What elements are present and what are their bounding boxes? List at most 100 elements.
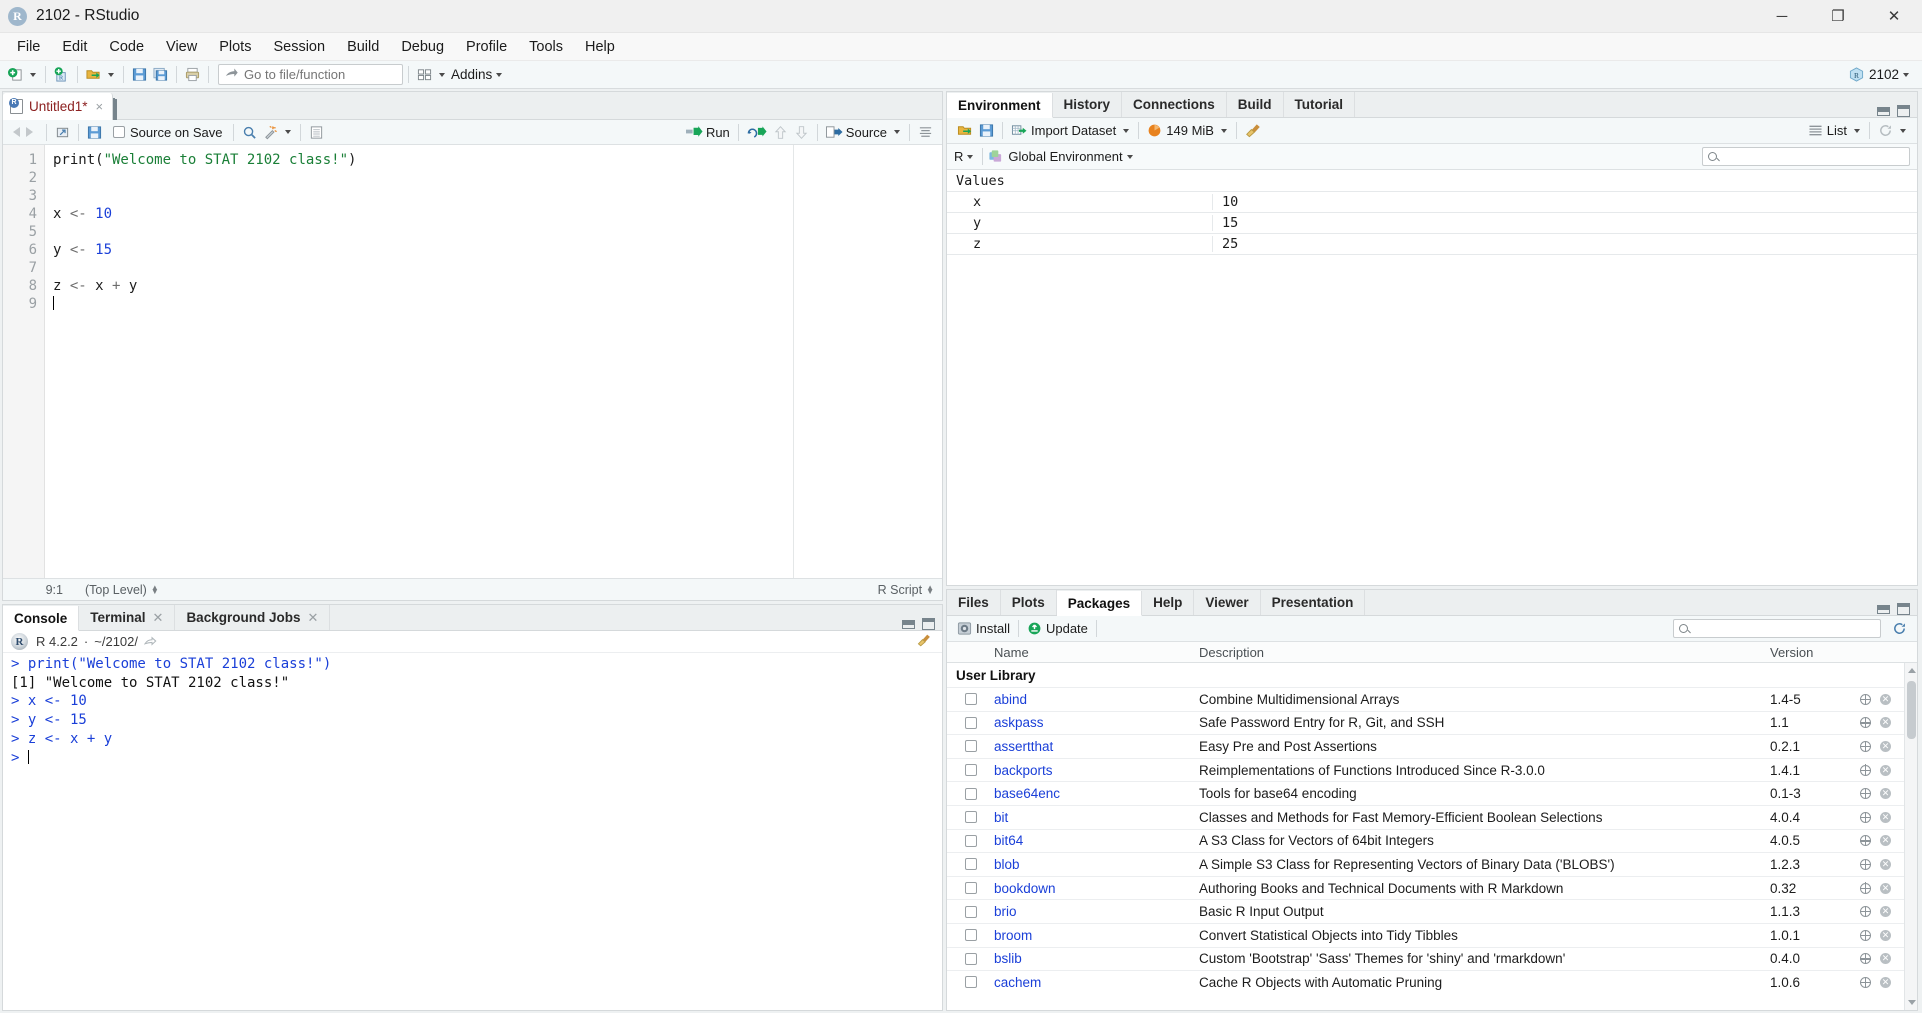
next-chunk-button[interactable] <box>791 121 812 143</box>
package-row[interactable]: backports Reimplementations of Functions … <box>947 757 1917 782</box>
package-name[interactable]: base64enc <box>994 786 1199 801</box>
code-line[interactable] <box>53 259 942 277</box>
package-name[interactable]: backports <box>994 763 1199 778</box>
open-file-button[interactable] <box>83 64 104 86</box>
column-version[interactable]: Version <box>1770 645 1860 660</box>
package-name[interactable]: bslib <box>994 951 1199 966</box>
package-browse-icon[interactable] <box>1859 835 1871 847</box>
package-checkbox-cell[interactable] <box>947 905 994 918</box>
package-checkbox-cell[interactable] <box>947 834 994 847</box>
package-remove-icon[interactable]: ✕ <box>1880 811 1891 823</box>
package-browse-icon[interactable] <box>1859 740 1871 752</box>
menu-file[interactable]: File <box>6 36 51 58</box>
code-tools-caret[interactable] <box>284 130 291 134</box>
scope-chevrons-icon[interactable]: ▲ ▼ <box>151 583 159 595</box>
package-checkbox-cell[interactable] <box>947 716 994 729</box>
package-checkbox-cell[interactable] <box>947 811 994 824</box>
minimize-pane-icon[interactable] <box>1877 106 1890 116</box>
package-remove-icon[interactable]: ✕ <box>1880 882 1891 894</box>
save-button[interactable] <box>129 64 150 86</box>
package-remove-icon[interactable]: ✕ <box>1880 953 1891 965</box>
scroll-up-icon[interactable] <box>1908 668 1916 673</box>
menu-session[interactable]: Session <box>262 36 336 58</box>
environment-language-label[interactable]: R <box>954 149 963 164</box>
package-row[interactable]: brio Basic R Input Output 1.1.3 ✕ <box>947 899 1917 923</box>
tab-packages[interactable]: Packages <box>1056 591 1143 616</box>
code-line[interactable] <box>53 223 942 241</box>
active-project-name[interactable]: 2102 <box>1869 67 1899 82</box>
code-line[interactable] <box>53 295 942 313</box>
memory-caret[interactable] <box>1220 128 1227 133</box>
tab-environment[interactable]: Environment <box>947 93 1053 118</box>
package-name[interactable]: bit <box>994 810 1199 825</box>
package-load-checkbox[interactable] <box>964 952 977 965</box>
package-checkbox-cell[interactable] <box>947 693 994 706</box>
tab-tutorial[interactable]: Tutorial <box>1284 92 1356 117</box>
package-checkbox-cell[interactable] <box>947 929 994 942</box>
addins-caret[interactable] <box>496 72 503 77</box>
menu-help[interactable]: Help <box>574 36 626 58</box>
environment-search-box[interactable] <box>1702 147 1910 166</box>
save-workspace-button[interactable] <box>976 120 997 142</box>
package-remove-icon[interactable]: ✕ <box>1880 693 1891 705</box>
tab-history[interactable]: History <box>1053 92 1123 117</box>
package-name[interactable]: broom <box>994 928 1199 943</box>
package-load-checkbox[interactable] <box>964 811 977 824</box>
code-line[interactable]: z <- x + y <box>53 277 942 295</box>
source-tab-untitled1[interactable]: Untitled1* × <box>3 93 114 120</box>
packages-refresh-button[interactable] <box>1889 618 1910 640</box>
popout-icon[interactable] <box>144 636 158 648</box>
goto-file-input[interactable] <box>244 67 394 82</box>
package-load-checkbox[interactable] <box>964 905 977 918</box>
console-output[interactable]: > print("Welcome to STAT 2102 class!") [1… <box>3 653 942 1010</box>
minimize-pane-icon[interactable] <box>902 619 915 629</box>
previous-chunk-button[interactable] <box>770 121 791 143</box>
package-load-checkbox[interactable] <box>964 834 977 847</box>
code-line[interactable] <box>53 187 942 205</box>
package-browse-icon[interactable] <box>1859 787 1871 800</box>
package-remove-icon[interactable]: ✕ <box>1880 788 1891 800</box>
environment-refresh-caret[interactable] <box>1900 128 1906 133</box>
menu-plots[interactable]: Plots <box>208 36 262 58</box>
package-name[interactable]: askpass <box>994 715 1199 730</box>
tab-plots[interactable]: Plots <box>1001 590 1057 615</box>
find-replace-button[interactable] <box>239 121 260 143</box>
package-name[interactable]: brio <box>994 904 1199 919</box>
scrollbar-thumb[interactable] <box>1907 681 1916 739</box>
package-row[interactable]: cachem Cache R Objects with Automatic Pru… <box>947 970 1917 994</box>
package-row[interactable]: base64enc Tools for base64 encoding 0.1-3 ✕ <box>947 781 1917 805</box>
maximize-pane-icon[interactable] <box>1897 105 1910 117</box>
tab-viewer[interactable]: Viewer <box>1194 590 1261 615</box>
package-checkbox-cell[interactable] <box>947 764 994 777</box>
environment-row[interactable]: z 25 <box>947 234 1917 255</box>
package-load-checkbox[interactable] <box>964 882 977 895</box>
column-description[interactable]: Description <box>1199 645 1770 660</box>
tab-connections[interactable]: Connections <box>1122 92 1227 117</box>
package-name[interactable]: cachem <box>994 975 1199 990</box>
new-file-button[interactable] <box>5 64 26 86</box>
environment-refresh-button[interactable] <box>1875 120 1896 142</box>
package-browse-icon[interactable] <box>1859 811 1871 823</box>
package-row[interactable]: bookdown Authoring Books and Technical Do… <box>947 875 1917 900</box>
packages-scrollbar[interactable] <box>1904 663 1917 1010</box>
new-file-dropdown-caret[interactable] <box>30 72 36 77</box>
filetype-label[interactable]: R Script <box>878 583 922 597</box>
package-checkbox-cell[interactable] <box>947 787 994 800</box>
package-row[interactable]: blob A Simple S3 Class for Representing V… <box>947 852 1917 876</box>
package-row[interactable]: askpass Safe Password Entry for R, Git, a… <box>947 710 1917 735</box>
forward-arrow-icon[interactable] <box>26 127 33 137</box>
package-name[interactable]: assertthat <box>994 739 1199 754</box>
package-checkbox-cell[interactable] <box>947 976 994 989</box>
package-remove-icon[interactable]: ✕ <box>1880 764 1891 776</box>
package-checkbox-cell[interactable] <box>947 858 994 871</box>
pane-layout-button[interactable] <box>414 64 435 86</box>
menu-edit[interactable]: Edit <box>51 36 98 58</box>
save-all-button[interactable] <box>150 64 171 86</box>
show-in-new-window-button[interactable] <box>52 121 73 143</box>
scroll-down-icon[interactable] <box>1908 1000 1916 1005</box>
package-load-checkbox[interactable] <box>964 976 977 989</box>
clear-objects-button[interactable] <box>1242 120 1265 142</box>
tab-console[interactable]: Console <box>3 606 80 631</box>
package-name[interactable]: bit64 <box>994 833 1199 848</box>
close-icon[interactable]: ✕ <box>153 610 164 626</box>
